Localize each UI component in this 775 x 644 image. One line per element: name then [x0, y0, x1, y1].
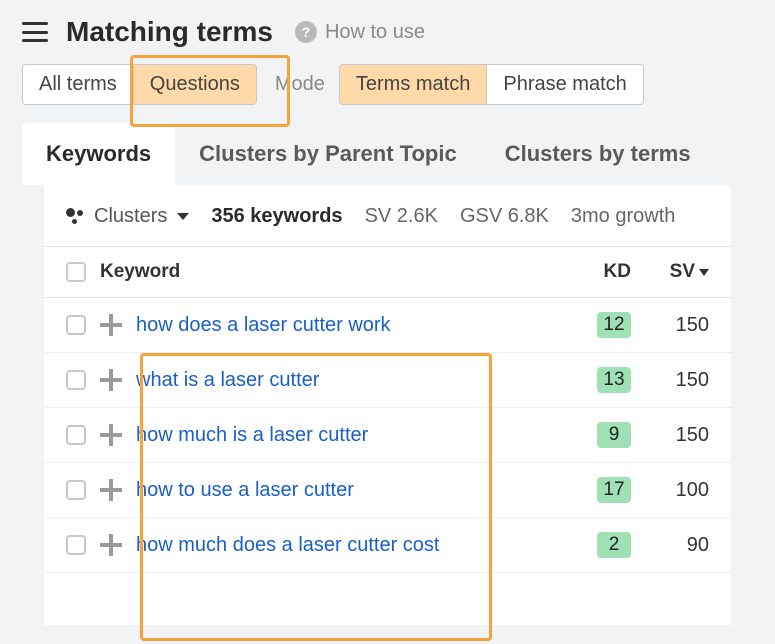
add-icon[interactable]	[100, 314, 122, 336]
table-row: how much does a laser cutter cost 2 90	[44, 518, 731, 573]
col-sv[interactable]: SV	[631, 261, 709, 283]
results-panel: Clusters 356 keywords SV 2.6K GSV 6.8K 3…	[44, 185, 731, 625]
keyword-link[interactable]: how to use a laser cutter	[136, 479, 354, 501]
menu-icon[interactable]	[22, 22, 48, 42]
clusters-label: Clusters	[94, 205, 167, 228]
add-icon[interactable]	[100, 424, 122, 446]
col-kd[interactable]: KD	[561, 261, 631, 283]
scope-all-terms[interactable]: All terms	[23, 65, 133, 104]
kd-badge: 17	[597, 477, 631, 503]
tab-keywords[interactable]: Keywords	[22, 123, 175, 185]
page-title: Matching terms	[66, 16, 273, 48]
tab-clusters-parent[interactable]: Clusters by Parent Topic	[175, 123, 481, 185]
match-phrase[interactable]: Phrase match	[486, 65, 642, 104]
mode-label: Mode	[275, 73, 325, 96]
scope-questions[interactable]: Questions	[133, 65, 256, 104]
stat-gsv: GSV 6.8K	[460, 205, 549, 228]
sort-desc-icon	[699, 269, 709, 276]
chevron-down-icon	[177, 213, 189, 220]
keyword-link[interactable]: how does a laser cutter work	[136, 314, 391, 336]
how-to-use-label: How to use	[325, 21, 425, 44]
stat-growth: 3mo growth	[571, 205, 676, 228]
keyword-link[interactable]: how much is a laser cutter	[136, 424, 368, 446]
kd-badge: 13	[597, 367, 631, 393]
sv-value: 150	[676, 424, 709, 447]
sv-value: 90	[687, 534, 709, 557]
add-icon[interactable]	[100, 479, 122, 501]
header: Matching terms ? How to use	[0, 0, 775, 56]
keyword-count: 356 keywords	[211, 205, 342, 228]
row-checkbox[interactable]	[66, 425, 86, 445]
help-icon: ?	[295, 21, 317, 43]
stats-bar: Clusters 356 keywords SV 2.6K GSV 6.8K 3…	[44, 185, 731, 247]
table-header: Keyword KD SV	[44, 247, 731, 298]
tab-row: Keywords Clusters by Parent Topic Cluste…	[22, 123, 753, 185]
tab-clusters-terms[interactable]: Clusters by terms	[481, 123, 715, 185]
keyword-link[interactable]: what is a laser cutter	[136, 369, 319, 391]
sv-value: 150	[676, 369, 709, 392]
clusters-icon	[66, 208, 84, 226]
filter-row: All terms Questions Mode Terms match Phr…	[0, 56, 775, 123]
match-terms[interactable]: Terms match	[340, 65, 486, 104]
keyword-link[interactable]: how much does a laser cutter cost	[136, 534, 439, 556]
clusters-dropdown[interactable]: Clusters	[66, 205, 189, 228]
match-toggle: Terms match Phrase match	[339, 64, 644, 105]
table-row: how much is a laser cutter 9 150	[44, 408, 731, 463]
kd-badge: 9	[597, 422, 631, 448]
row-checkbox[interactable]	[66, 370, 86, 390]
how-to-use-link[interactable]: ? How to use	[295, 21, 425, 44]
row-checkbox[interactable]	[66, 480, 86, 500]
table-row: how does a laser cutter work 12 150	[44, 298, 731, 353]
sv-value: 150	[676, 314, 709, 337]
table-row: how to use a laser cutter 17 100	[44, 463, 731, 518]
kd-badge: 12	[597, 312, 631, 338]
add-icon[interactable]	[100, 369, 122, 391]
sv-value: 100	[676, 479, 709, 502]
add-icon[interactable]	[100, 534, 122, 556]
stat-sv: SV 2.6K	[365, 205, 438, 228]
select-all-checkbox[interactable]	[66, 262, 86, 282]
row-checkbox[interactable]	[66, 315, 86, 335]
scope-toggle: All terms Questions	[22, 64, 257, 105]
table-row: what is a laser cutter 13 150	[44, 353, 731, 408]
row-checkbox[interactable]	[66, 535, 86, 555]
kd-badge: 2	[597, 532, 631, 558]
col-keyword[interactable]: Keyword	[100, 261, 561, 283]
